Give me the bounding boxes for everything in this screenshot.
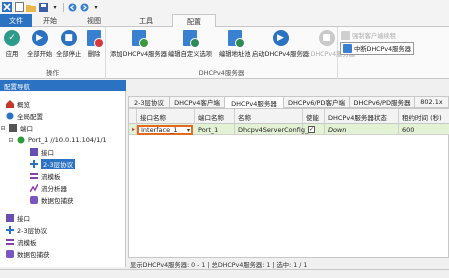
tab-tools[interactable]: 工具 xyxy=(124,14,168,27)
cell-name: Dhcpv4ServerConfig_1 xyxy=(235,124,312,135)
edit-pool-icon xyxy=(227,30,245,48)
tree-item-port1-capture[interactable]: 数据包捕获 xyxy=(30,195,74,205)
tree-item-capture[interactable]: 数据包捕获 xyxy=(6,249,50,259)
ribbon-tabs: 文件 开始 视图 工具 配置 xyxy=(0,14,449,28)
tree-item-port1-stream-analyzer[interactable]: 流分析器 xyxy=(29,183,67,193)
cell-lease: 600 xyxy=(402,125,415,134)
stream-icon xyxy=(30,172,38,180)
forward-icon[interactable] xyxy=(79,2,89,12)
status-dot-icon xyxy=(17,136,25,144)
back-icon[interactable] xyxy=(67,2,77,12)
port-icon xyxy=(9,124,17,132)
dropdown-icon[interactable]: ▾ xyxy=(50,2,60,12)
tree-item-port1-interface[interactable]: 接口 xyxy=(30,147,54,157)
grid-status-text: 显示DHCPv4服务器: 0 - 1 | 总DHCPv4服务器: 1 | 选中:… xyxy=(130,261,308,269)
open-folder-icon[interactable] xyxy=(26,2,36,12)
protocol-icon xyxy=(30,160,38,168)
tab-dhcpv6pd-client[interactable]: DHCPv6/PD客户端 xyxy=(284,96,350,108)
protocol-icon xyxy=(6,226,14,234)
capture-icon xyxy=(6,250,14,258)
col-port-name[interactable]: 端口名称 xyxy=(195,109,235,124)
new-doc-icon[interactable] xyxy=(14,2,24,12)
tree-item-stream-template[interactable]: 流模板 xyxy=(6,237,37,247)
tree-item-interface[interactable]: 接口 xyxy=(6,213,30,223)
edit-doc-icon xyxy=(183,30,201,48)
tree-item-ports[interactable]: ⊟ 端口 xyxy=(0,123,33,133)
tab-8021x[interactable]: 802.1x xyxy=(415,96,449,108)
edit-custom-options-button[interactable]: 编辑自定义选项 xyxy=(168,30,212,58)
renew-icon xyxy=(341,31,350,40)
stop-icon: ■ xyxy=(60,30,77,46)
add-doc-icon xyxy=(131,30,149,48)
enabled-checkbox[interactable]: ✓ xyxy=(308,126,315,133)
stream-icon xyxy=(6,238,14,246)
dhcp-server-grid: 接口名称 端口名称 名称 使能 DHCPv4服务器状态 租约时间 (秒) ▸ I… xyxy=(128,108,449,258)
tab-start[interactable]: 开始 xyxy=(32,14,68,27)
ops-group: ✓ 应用 ▶ 全部开始 ■ 全部停止 删除 操作 xyxy=(0,27,106,79)
delete-button[interactable]: 删除 xyxy=(87,30,104,58)
detail-tabs: 2-3层协议 DHCPv4客户端 DHCPv4服务器 DHCPv6/PD客户端 … xyxy=(128,96,449,109)
nav-tree: 概览 全局配置 ⊟ 端口 ⊟ Port_1 //10.0.11.104/1/1 … xyxy=(0,91,126,267)
tree-item-port-1[interactable]: ⊟ Port_1 //10.0.11.104/1/1 xyxy=(8,135,106,145)
col-lease-time[interactable]: 租约时间 (秒) xyxy=(399,109,449,124)
play-icon: ▶ xyxy=(272,30,289,46)
ops-group-label: 操作 xyxy=(46,69,59,77)
x-logo-icon xyxy=(2,2,12,12)
grid-header: 接口名称 端口名称 名称 使能 DHCPv4服务器状态 租约时间 (秒) xyxy=(129,109,449,124)
tab-file[interactable]: 文件 xyxy=(0,14,32,27)
tab-dhcpv6pd-server[interactable]: DHCPv6/PD服务器 xyxy=(350,96,415,108)
check-icon: ✓ xyxy=(4,30,20,46)
tab-l23-protocol[interactable]: 2-3层协议 xyxy=(128,96,170,108)
capture-icon xyxy=(30,196,38,204)
stop-icon: ■ xyxy=(318,30,335,46)
dropdown-icon[interactable]: ▾ xyxy=(91,2,101,12)
cell-port: Port_1 xyxy=(195,124,235,135)
cell-status: Down xyxy=(325,124,399,135)
home-icon xyxy=(6,100,14,108)
stop-all-button[interactable]: ■ 全部停止 xyxy=(56,30,81,58)
interrupt-dhcp-server-button[interactable]: 中断DHCPv4服务器 xyxy=(340,42,414,55)
globe-icon xyxy=(6,112,14,120)
tab-dhcpv4-client[interactable]: DHCPv4客户端 xyxy=(170,96,225,108)
delete-doc-icon xyxy=(87,30,104,48)
chevron-down-icon[interactable]: ▾ xyxy=(187,127,190,134)
tree-item-port1-stream-template[interactable]: 流模板 xyxy=(30,171,61,181)
tab-view[interactable]: 视图 xyxy=(72,14,116,27)
edit-address-pool-button[interactable]: 编辑地址池 xyxy=(219,30,250,58)
dhcp-group: 添加DHCPv4服务器 编辑自定义选项 编辑地址池 ▶ 启动DHCPv4服务器 … xyxy=(106,27,355,79)
start-all-button[interactable]: ▶ 全部开始 xyxy=(27,30,52,58)
play-icon: ▶ xyxy=(31,30,48,46)
collapse-icon[interactable]: ⊟ xyxy=(8,137,14,144)
row-marker: ▸ xyxy=(129,124,137,135)
cell-enabled: ✓ xyxy=(303,124,325,135)
force-renew-button[interactable]: 强制客户端续租 xyxy=(341,31,396,40)
col-name[interactable]: 名称 xyxy=(235,109,303,124)
tree-item-global-config[interactable]: 全局配置 xyxy=(6,111,43,121)
col-interface-name[interactable]: 接口名称 xyxy=(137,109,195,124)
collapse-icon[interactable]: ⊟ xyxy=(0,125,6,132)
interface-icon xyxy=(6,214,14,222)
tab-config[interactable]: 配置 xyxy=(172,14,216,28)
interrupt-icon xyxy=(343,44,352,53)
col-server-status[interactable]: DHCPv4服务器状态 xyxy=(325,109,399,124)
apply-button[interactable]: ✓ 应用 xyxy=(4,30,20,58)
col-enabled[interactable]: 使能 xyxy=(303,109,325,124)
save-icon[interactable] xyxy=(38,2,48,12)
title-bar: ▾ ▾ xyxy=(0,0,449,14)
tree-item-port1-l23-protocol[interactable]: 2-3层协议 xyxy=(30,159,76,169)
interface-select[interactable]: Interface_1 ▾ xyxy=(137,125,193,135)
dhcp-group-label: DHCPv4服务器 xyxy=(198,69,245,77)
interface-icon xyxy=(30,148,38,156)
nav-header: 配置导航 xyxy=(0,80,126,91)
add-dhcp-server-button[interactable]: 添加DHCPv4服务器 xyxy=(110,30,167,58)
ribbon: ✓ 应用 ▶ 全部开始 ■ 全部停止 删除 操作 添加DHCPv4服务器 编辑自… xyxy=(0,27,449,79)
tree-item-overview[interactable]: 概览 xyxy=(6,99,30,109)
tree-item-l23-protocol[interactable]: 2-3层协议 xyxy=(6,225,47,235)
table-row[interactable]: ▸ Interface_1 ▾ Port_1 Dhcpv4ServerConfi… xyxy=(129,124,449,135)
bottom-bar xyxy=(0,269,449,278)
analyzer-icon xyxy=(29,183,39,193)
